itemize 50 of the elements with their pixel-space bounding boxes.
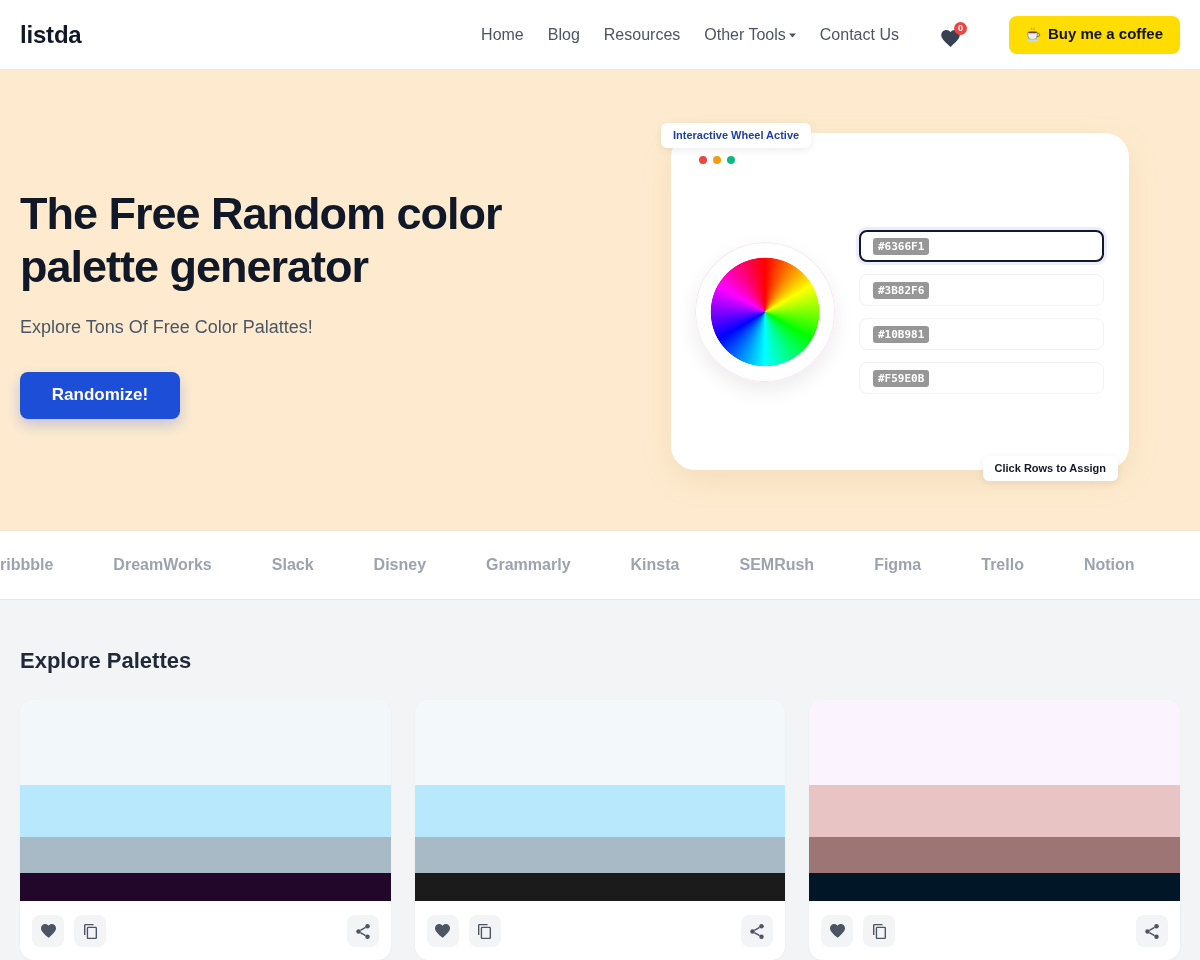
- brand-name: Disney: [373, 555, 427, 575]
- section-heading: Explore Palettes: [20, 648, 193, 674]
- brand-name: Kinsta: [630, 555, 680, 575]
- share-icon: [1145, 923, 1159, 939]
- heart-icon: [829, 924, 845, 938]
- brand-name: SEMRush: [739, 555, 815, 575]
- like-button[interactable]: [821, 915, 854, 947]
- randomize-button[interactable]: Randomize!: [20, 371, 180, 419]
- nav-link[interactable]: Blog: [547, 22, 580, 47]
- hero-heading: The Free Random color palette generator: [20, 186, 503, 293]
- share-icon: [355, 923, 370, 939]
- buy-coffee-button[interactable]: Buy me a coffee: [1008, 15, 1180, 54]
- brand-name: Trello: [981, 555, 1024, 575]
- brand-name: Figma: [874, 555, 922, 575]
- share-button[interactable]: [1136, 915, 1168, 947]
- heart-icon: [435, 924, 451, 938]
- brand-name: Notion: [1083, 555, 1135, 575]
- copy-button[interactable]: [863, 915, 896, 947]
- share-icon: [750, 923, 765, 939]
- coffee-cup-icon: [1025, 27, 1041, 42]
- like-button[interactable]: [32, 915, 64, 947]
- copy-button[interactable]: [468, 915, 501, 947]
- hex-code-label: #F59E0B: [873, 369, 930, 387]
- heart-icon: [40, 924, 56, 938]
- brand-name: DreamWorks: [113, 555, 212, 575]
- brand-name: Slack: [271, 555, 314, 575]
- favorites-button[interactable]: 0: [938, 19, 969, 50]
- hex-code-label: #10B981: [873, 325, 930, 343]
- dropdown-link[interactable]: Other Tools: [704, 22, 796, 47]
- copy-icon: [872, 923, 886, 939]
- copy-button[interactable]: [74, 915, 106, 947]
- hex-code-label: #3B82F6: [873, 281, 930, 299]
- share-button[interactable]: [346, 915, 379, 947]
- nav-link[interactable]: Contact Us: [819, 22, 899, 47]
- favorites-count-badge: 0: [953, 21, 967, 35]
- brand-name: ribbble: [0, 555, 54, 575]
- hint-badge: Click Rows to Assign: [982, 456, 1118, 481]
- like-button[interactable]: [426, 915, 459, 947]
- hero-subtitle: Explore Tons Of Free Color Palattes!: [20, 315, 314, 339]
- share-button[interactable]: [741, 915, 774, 947]
- caret-icon: [788, 33, 796, 38]
- site-logo[interactable]: listda: [20, 16, 82, 53]
- status-badge: Interactive Wheel Active: [661, 123, 812, 148]
- nav-link[interactable]: Home: [481, 22, 524, 47]
- nav-link[interactable]: Resources: [603, 22, 681, 47]
- heart-icon: [940, 29, 960, 47]
- copy-icon: [478, 923, 492, 939]
- brand-name: Grammarly: [486, 555, 571, 575]
- copy-icon: [83, 923, 97, 939]
- hex-code-label: #6366F1: [873, 237, 930, 255]
